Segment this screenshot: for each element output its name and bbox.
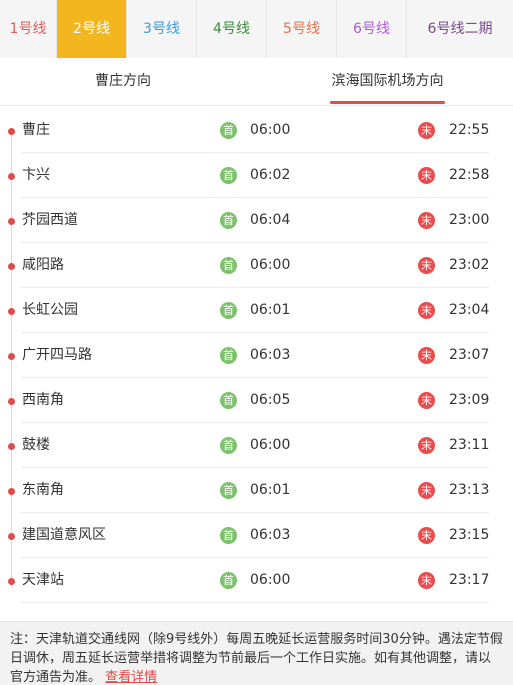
station-name: 鼓楼 xyxy=(22,437,50,453)
first-train-badge: 首 xyxy=(220,527,237,544)
station-row[interactable]: 长虹公园 首 06:01 末 23:04 xyxy=(0,288,513,333)
last-train-time: 23:17 xyxy=(449,572,490,588)
station-row[interactable]: 卞兴 首 06:02 末 22:58 xyxy=(0,153,513,198)
station-row[interactable]: 鼓楼 首 06:00 末 23:11 xyxy=(0,423,513,468)
line-tabs: 1号线 2号线 3号线 4号线 5号线 6号线 6号线二期 xyxy=(0,0,513,58)
station-row[interactable]: 天津站 首 06:00 末 23:17 xyxy=(0,558,513,603)
station-name: 卞兴 xyxy=(22,167,50,183)
station-dot xyxy=(8,578,15,585)
station-list: 曹庄首 06:00 末 22:55 卞兴首 06:02 末 22:58 芥园西道首 06:04 末 2… xyxy=(0,108,513,603)
station-dot xyxy=(8,218,15,225)
first-train-badge: 首 xyxy=(220,122,237,139)
station-name: 咸阳路 xyxy=(22,257,64,273)
line-tab-3[interactable]: 3号线 xyxy=(127,0,197,58)
station-dot xyxy=(8,128,15,135)
station-dot xyxy=(8,263,15,270)
station-name: 长虹公园 xyxy=(22,302,78,318)
last-train-time: 22:55 xyxy=(449,122,490,138)
direction-tab-airport[interactable]: 滨海国际机场方向 xyxy=(316,58,459,106)
line-tab-5[interactable]: 5号线 xyxy=(267,0,337,58)
station-dot xyxy=(8,443,15,450)
last-train-badge: 末 xyxy=(418,167,435,184)
first-train-badge: 首 xyxy=(220,437,237,454)
line-tab-7[interactable]: 6号线二期 xyxy=(407,0,513,58)
first-train-badge: 首 xyxy=(220,212,237,229)
station-dot xyxy=(8,173,15,180)
first-train-time: 06:04 xyxy=(250,212,291,228)
station-row[interactable]: 广开四马路 首 06:03 末 23:07 xyxy=(0,333,513,378)
last-train-time: 23:02 xyxy=(449,257,490,273)
first-train-badge: 首 xyxy=(220,482,237,499)
last-train-time: 23:11 xyxy=(449,437,490,453)
row-divider xyxy=(21,602,489,603)
first-train-time: 06:02 xyxy=(250,167,291,183)
station-dot xyxy=(8,533,15,540)
last-train-badge: 末 xyxy=(418,527,435,544)
last-train-badge: 末 xyxy=(418,482,435,499)
last-train-time: 23:07 xyxy=(449,347,490,363)
first-train-time: 06:01 xyxy=(250,302,291,318)
last-train-time: 22:58 xyxy=(449,167,490,183)
last-train-badge: 末 xyxy=(418,122,435,139)
notice-text: 注：天津轨道交通线网（除9号线外）每周五晚延长运营服务时间30分钟。遇法定节假日… xyxy=(10,632,503,685)
last-train-badge: 末 xyxy=(418,257,435,274)
station-dot xyxy=(8,308,15,315)
direction-active-underline xyxy=(330,101,445,104)
line-tab-1[interactable]: 1号线 xyxy=(0,0,57,58)
station-name: 芥园西道 xyxy=(22,212,78,228)
first-train-time: 06:00 xyxy=(250,437,291,453)
last-train-badge: 末 xyxy=(418,392,435,409)
last-train-badge: 末 xyxy=(418,437,435,454)
direction-tabs: 曹庄方向 滨海国际机场方向 xyxy=(0,58,513,106)
line-tab-2[interactable]: 2号线 xyxy=(57,0,127,58)
station-name: 西南角 xyxy=(22,392,64,408)
station-dot xyxy=(8,488,15,495)
station-row[interactable]: 建国道意风区 首 06:03 末 23:15 xyxy=(0,513,513,558)
first-train-badge: 首 xyxy=(220,347,237,364)
station-name: 曹庄 xyxy=(22,122,50,138)
last-train-time: 23:15 xyxy=(449,527,490,543)
notice-box: 注：天津轨道交通线网（除9号线外）每周五晚延长运营服务时间30分钟。遇法定节假日… xyxy=(0,621,513,685)
station-row[interactable]: 曹庄 首 06:00 末 22:55 xyxy=(0,108,513,153)
station-row[interactable]: 芥园西道 首 06:04 末 23:00 xyxy=(0,198,513,243)
station-name: 天津站 xyxy=(22,572,64,588)
station-name: 东南角 xyxy=(22,482,64,498)
first-train-time: 06:01 xyxy=(250,482,291,498)
station-name: 广开四马路 xyxy=(22,347,92,363)
first-train-badge: 首 xyxy=(220,392,237,409)
last-train-time: 23:09 xyxy=(449,392,490,408)
station-name: 建国道意风区 xyxy=(22,527,106,543)
last-train-badge: 末 xyxy=(418,212,435,229)
line-tab-6[interactable]: 6号线 xyxy=(337,0,407,58)
last-train-time: 23:04 xyxy=(449,302,490,318)
first-train-badge: 首 xyxy=(220,257,237,274)
first-train-time: 06:05 xyxy=(250,392,291,408)
station-row[interactable]: 西南角 首 06:05 末 23:09 xyxy=(0,378,513,423)
first-train-badge: 首 xyxy=(220,167,237,184)
last-train-badge: 末 xyxy=(418,302,435,319)
first-train-time: 06:03 xyxy=(250,527,291,543)
station-row[interactable]: 咸阳路 首 06:00 末 23:02 xyxy=(0,243,513,288)
first-train-time: 06:00 xyxy=(250,122,291,138)
first-train-time: 06:03 xyxy=(250,347,291,363)
first-train-time: 06:00 xyxy=(250,572,291,588)
first-train-badge: 首 xyxy=(220,572,237,589)
first-train-time: 06:00 xyxy=(250,257,291,273)
first-train-badge: 首 xyxy=(220,302,237,319)
last-train-badge: 末 xyxy=(418,347,435,364)
last-train-time: 23:13 xyxy=(449,482,490,498)
last-train-badge: 末 xyxy=(418,572,435,589)
last-train-time: 23:00 xyxy=(449,212,490,228)
line-tab-4[interactable]: 4号线 xyxy=(197,0,267,58)
station-row[interactable]: 东南角 首 06:01 末 23:13 xyxy=(0,468,513,513)
station-dot xyxy=(8,398,15,405)
view-details-link[interactable]: 查看详情 xyxy=(105,670,157,685)
direction-tab-caozhuang[interactable]: 曹庄方向 xyxy=(58,58,188,106)
station-dot xyxy=(8,353,15,360)
